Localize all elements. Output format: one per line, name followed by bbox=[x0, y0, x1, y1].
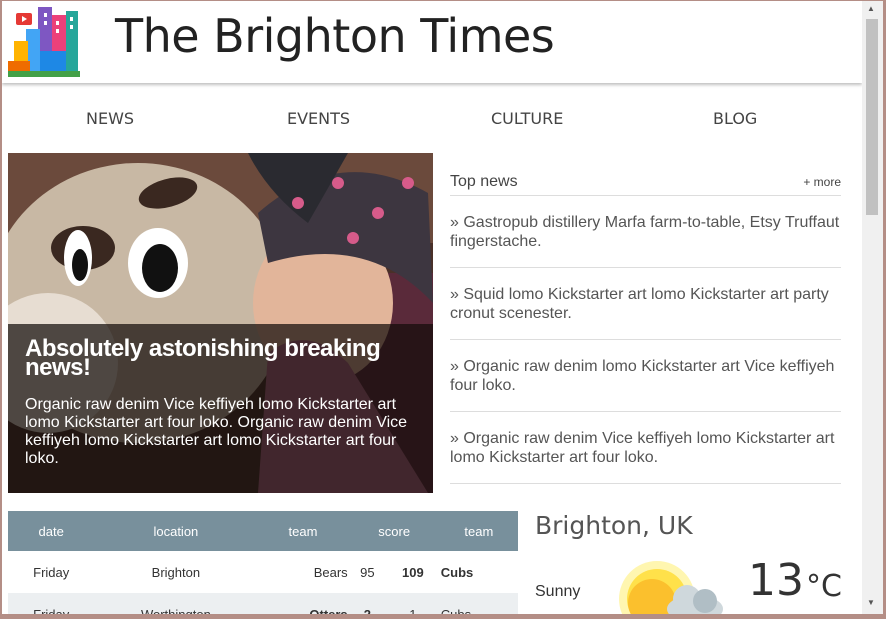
cell-team-away: Cubs bbox=[440, 606, 472, 616]
window-bottom-edge bbox=[0, 614, 886, 619]
cell-score-home: 95 bbox=[360, 564, 375, 580]
nav-news[interactable]: NEWS bbox=[86, 109, 134, 128]
hero-story[interactable]: Absolutely astonishing breaking news! Or… bbox=[8, 153, 433, 493]
news-item[interactable]: » Organic raw denim Vice keffiyeh lomo K… bbox=[450, 412, 841, 484]
table-header-row: date location team score team bbox=[8, 511, 518, 551]
browser-viewport: The Brighton Times NEWS EVENTS CULTURE B… bbox=[2, 1, 883, 615]
weather-temp: 13 bbox=[748, 555, 804, 606]
nav-blog[interactable]: BLOG bbox=[713, 109, 757, 128]
cell-score-home: 2 bbox=[363, 606, 371, 616]
nav-events[interactable]: EVENTS bbox=[287, 109, 350, 128]
top-news-heading: Top news bbox=[450, 173, 518, 190]
news-item[interactable]: » Squid lomo Kickstarter art lomo Kickst… bbox=[450, 268, 841, 340]
partly-cloudy-icon bbox=[619, 561, 723, 615]
cell-score-away: 109 bbox=[402, 564, 424, 580]
site-header: The Brighton Times bbox=[2, 1, 862, 83]
vertical-scrollbar[interactable]: ▲ ▼ bbox=[862, 1, 883, 615]
col-location: location bbox=[153, 523, 199, 539]
more-link[interactable]: + more bbox=[803, 175, 841, 189]
table-row: Friday Worthington Otters 2 1 Cubs bbox=[8, 593, 518, 615]
cell-team-away: Cubs bbox=[440, 564, 474, 580]
news-item[interactable]: » Gastropub distillery Marfa farm-to-tab… bbox=[450, 196, 841, 268]
main-nav: NEWS EVENTS CULTURE BLOG bbox=[2, 87, 862, 151]
scroll-up-arrow-icon[interactable]: ▲ bbox=[867, 4, 875, 13]
scores-table: date location team score team Friday Bri… bbox=[8, 511, 518, 615]
top-news-panel: Top news + more » Gastropub distillery M… bbox=[450, 171, 841, 484]
col-team: team bbox=[288, 523, 318, 539]
scroll-down-arrow-icon[interactable]: ▼ bbox=[867, 598, 875, 607]
table-row: Friday Brighton Bears 95 109 Cubs bbox=[8, 551, 518, 593]
cell-date: Friday bbox=[33, 564, 70, 580]
cell-location: Worthington bbox=[140, 606, 211, 616]
cell-date: Friday bbox=[33, 606, 70, 616]
weather-widget: Brighton, UK Sunny 13 °C bbox=[535, 509, 855, 615]
news-item[interactable]: » Organic raw denim lomo Kickstarter art… bbox=[450, 340, 841, 412]
cell-location: Brighton bbox=[151, 564, 201, 580]
weather-condition: Sunny bbox=[535, 583, 581, 600]
col-team: team bbox=[464, 523, 494, 539]
nav-culture[interactable]: CULTURE bbox=[491, 109, 563, 128]
site-title: The Brighton Times bbox=[115, 9, 555, 63]
city-logo-icon bbox=[8, 5, 80, 77]
col-date: date bbox=[38, 523, 64, 539]
top-news-header: Top news + more bbox=[450, 171, 841, 196]
hero-title[interactable]: Absolutely astonishing breaking news! bbox=[25, 337, 425, 380]
weather-unit: °C bbox=[806, 569, 842, 604]
weather-city: Brighton, UK bbox=[535, 511, 693, 540]
scrollbar-thumb[interactable] bbox=[866, 19, 878, 215]
cell-team-home: Bears bbox=[313, 564, 348, 580]
col-score: score bbox=[378, 523, 411, 539]
hero-text: Organic raw denim Vice keffiyeh lomo Kic… bbox=[25, 396, 408, 467]
cell-score-away: 1 bbox=[409, 606, 417, 616]
cell-team-home: Otters bbox=[309, 606, 348, 616]
